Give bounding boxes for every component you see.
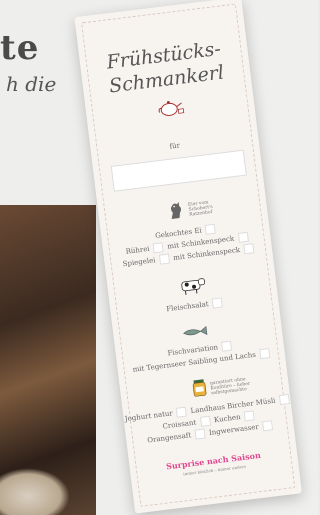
page-heading-partial: te	[0, 28, 40, 68]
checkbox-scrambled-bacon[interactable]	[237, 231, 249, 243]
checkbox-fried-bacon[interactable]	[243, 243, 255, 255]
teapot-icon	[158, 100, 185, 116]
checkbox-orange-juice[interactable]	[194, 428, 206, 440]
checkbox-yogurt[interactable]	[176, 406, 188, 418]
checkbox-fish[interactable]	[221, 340, 233, 352]
scrambled-egg-label: Rührei	[125, 244, 151, 256]
page-subtext-partial: h die	[6, 72, 57, 96]
plate-photo	[0, 468, 70, 515]
checkbox-boiled-egg[interactable]	[204, 223, 217, 235]
checkbox-scrambled-egg[interactable]	[152, 242, 165, 254]
checkbox-ginger-water[interactable]	[262, 420, 274, 432]
checkbox-fish-detail[interactable]	[259, 348, 271, 360]
rooster-icon	[170, 201, 182, 219]
jam-jar-icon	[192, 379, 207, 397]
checkbox-meat-salad[interactable]	[211, 297, 224, 309]
checkbox-cake[interactable]	[243, 410, 256, 422]
cow-icon	[181, 278, 206, 295]
checkbox-muesli[interactable]	[278, 393, 290, 406]
checkbox-fried-egg[interactable]	[158, 253, 170, 265]
checkbox-croissant[interactable]	[199, 415, 211, 427]
